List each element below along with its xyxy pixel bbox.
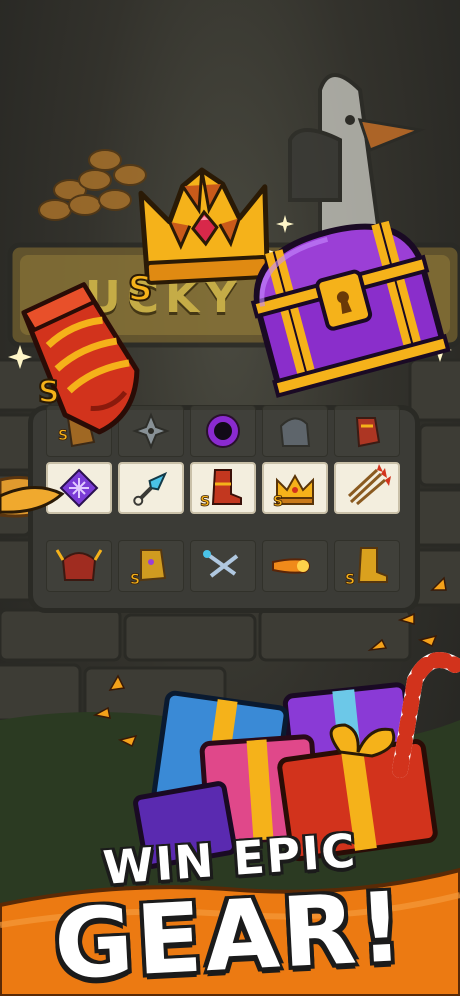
feather-icon: [0, 485, 65, 514]
game-screen: UCKY S S S S S S S S WIN EPIC GEAR!: [0, 0, 460, 996]
svg-text:S: S: [128, 269, 153, 309]
treasure-chest-icon: [250, 220, 451, 398]
crown-icon: [138, 167, 270, 285]
svg-text:S: S: [38, 375, 60, 410]
